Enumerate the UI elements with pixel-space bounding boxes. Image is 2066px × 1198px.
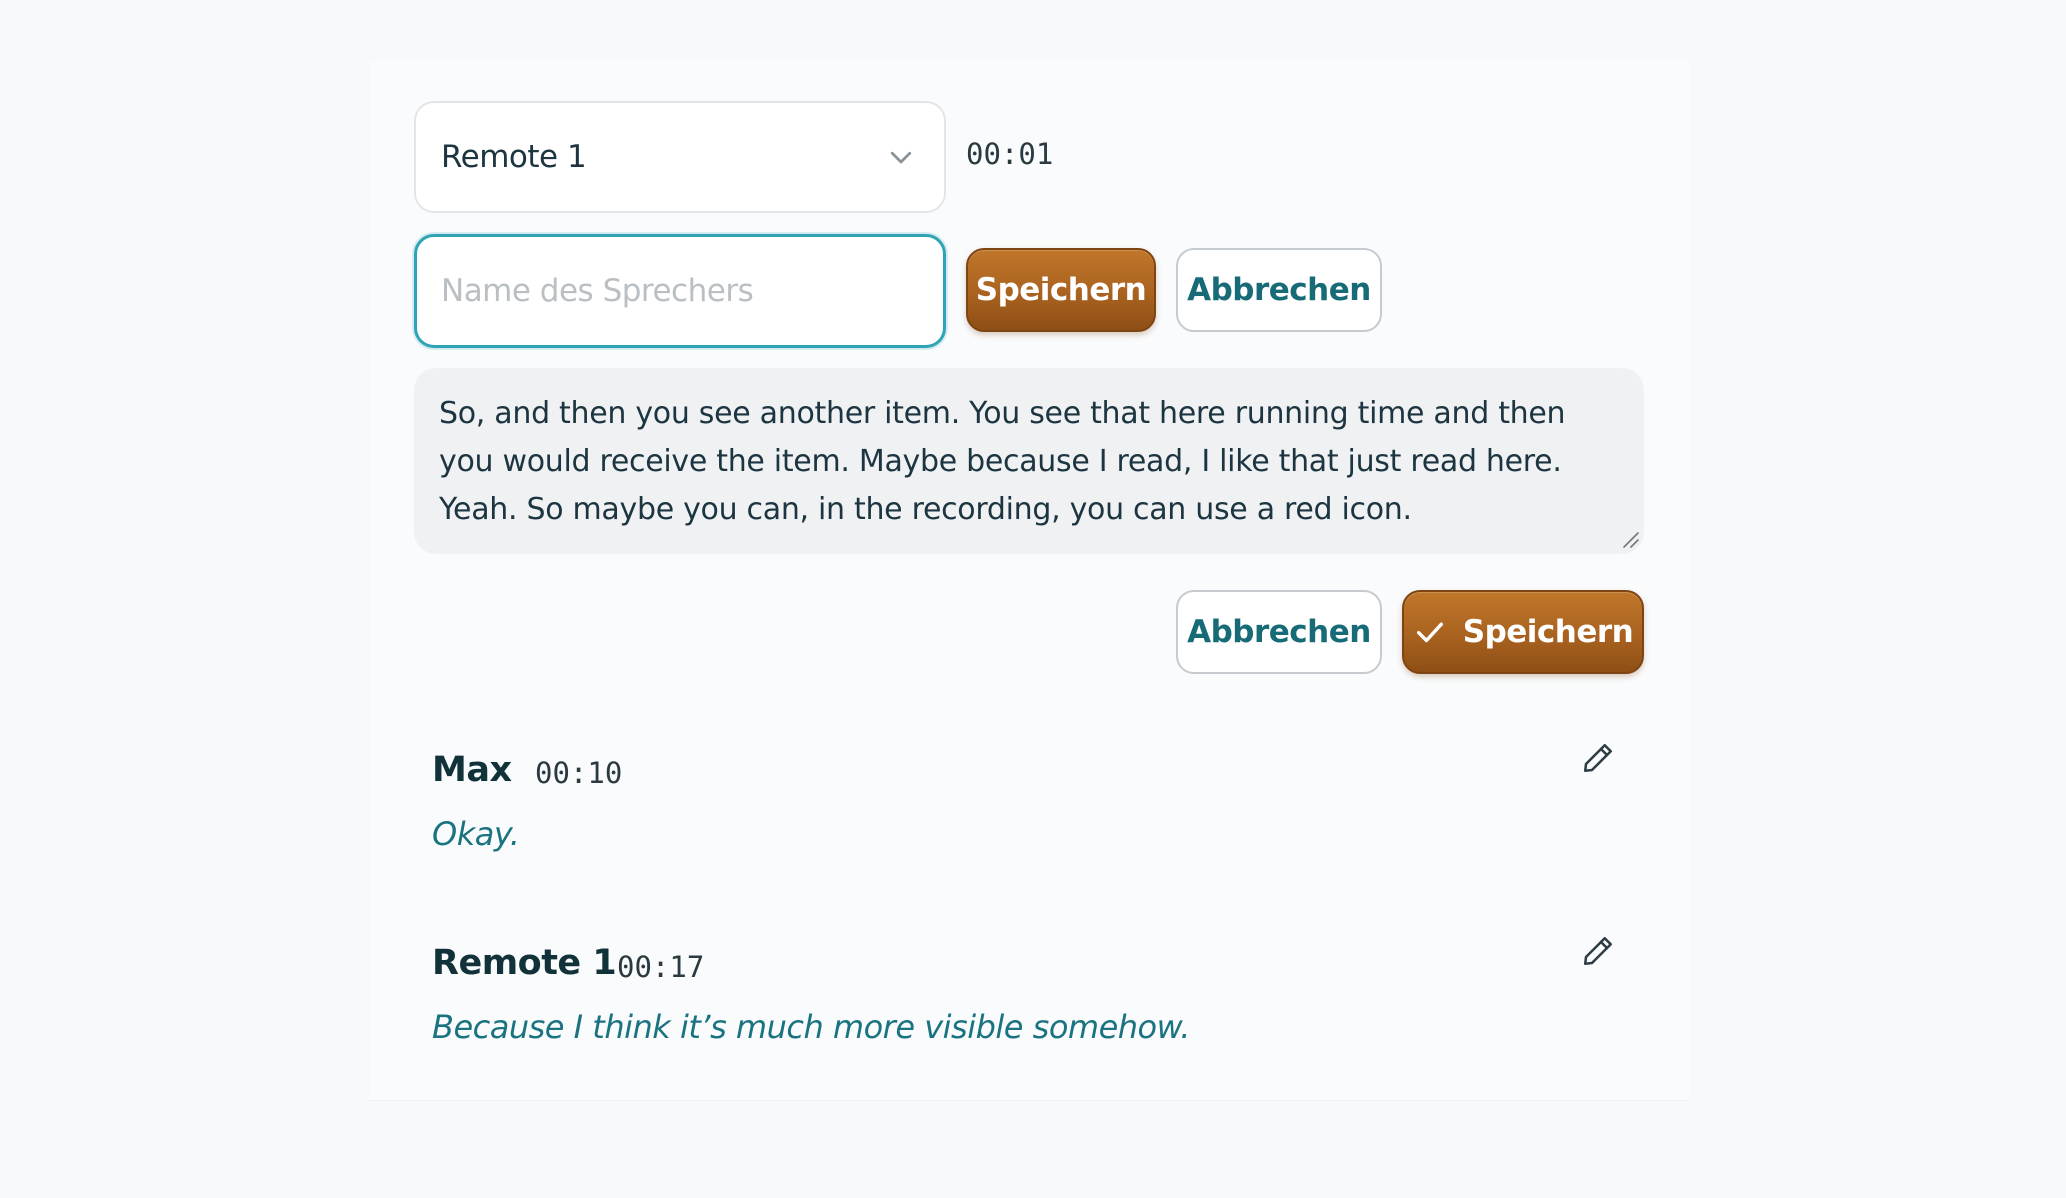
resize-handle-icon[interactable] [1620, 529, 1640, 549]
edit-segment-button[interactable] [1576, 929, 1620, 973]
speaker-select-value: Remote 1 [441, 139, 587, 175]
transcript-textarea[interactable] [414, 368, 1644, 554]
pencil-icon [1583, 743, 1613, 773]
pencil-icon [1583, 936, 1613, 966]
edit-segment-button[interactable] [1576, 736, 1620, 780]
segment-text: Okay. [432, 815, 520, 853]
save-speaker-name-label: Speichern [975, 272, 1147, 308]
segment-text: Because I think it’s much more visible s… [432, 1008, 1190, 1046]
save-edit-button[interactable]: Speichern [1402, 590, 1644, 674]
segment-timestamp: 00:10 [535, 756, 623, 790]
segment-speaker-name: Max [432, 750, 512, 790]
speaker-name-input[interactable] [414, 234, 946, 348]
chevron-down-icon [890, 151, 912, 164]
check-icon [1416, 622, 1443, 643]
cancel-edit-label: Abbrechen [1187, 614, 1371, 650]
segment-timestamp: 00:17 [617, 950, 705, 984]
current-timestamp: 00:01 [966, 137, 1054, 171]
segment-speaker-name: Remote 1 [432, 943, 617, 983]
cancel-edit-button[interactable]: Abbrechen [1176, 590, 1382, 674]
save-edit-label: Speichern [1462, 614, 1634, 650]
cancel-speaker-name-button[interactable]: Abbrechen [1176, 248, 1382, 332]
save-speaker-name-button[interactable]: Speichern [966, 248, 1156, 332]
speaker-select[interactable]: Remote 1 [414, 101, 946, 213]
cancel-speaker-name-label: Abbrechen [1187, 272, 1371, 308]
